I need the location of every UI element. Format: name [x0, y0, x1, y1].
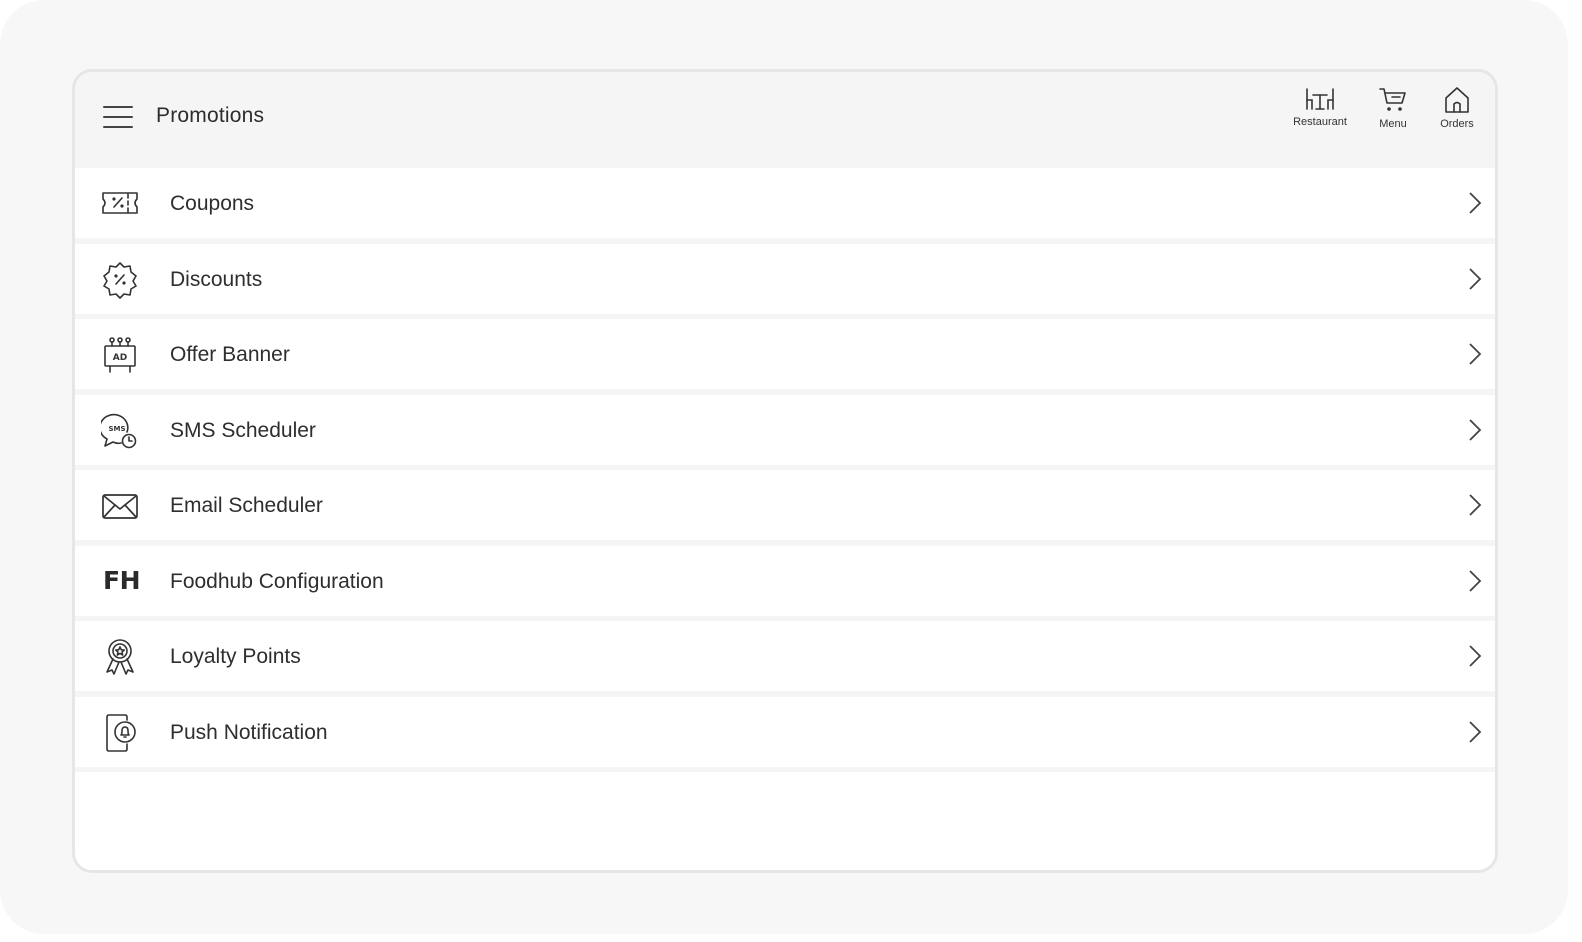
list-item-discounts[interactable]: Discounts	[75, 243, 1495, 314]
list-item-label: Offer Banner	[170, 343, 290, 366]
list-item-foodhub-configuration[interactable]: FH Foodhub Configuration	[75, 545, 1495, 616]
nav-restaurant-button[interactable]: Restaurant	[1289, 86, 1351, 142]
restaurant-icon	[1306, 88, 1334, 110]
foodhub-logo-icon: FH	[101, 563, 141, 601]
list-item-label: Email Scheduler	[170, 494, 323, 517]
list-item-offer-banner[interactable]: AD Offer Banner	[75, 319, 1495, 389]
chevron-right-icon	[1469, 418, 1482, 441]
chevron-right-icon	[1469, 645, 1482, 667]
nav-restaurant-label: Restaurant	[1293, 116, 1347, 128]
list-item-sms-scheduler[interactable]: SMS SMS Scheduler	[75, 394, 1495, 465]
list-item-loyalty-points[interactable]: Loyalty Points	[75, 621, 1495, 691]
list-item-label: Coupons	[170, 192, 255, 215]
list-item-email-scheduler[interactable]: Email Scheduler	[75, 470, 1495, 540]
page-title: Promotions	[156, 104, 265, 127]
chevron-right-icon	[1469, 569, 1482, 592]
promotions-list: Coupons Discounts AD Offer Banner SMS SM…	[75, 168, 1495, 772]
chevron-right-icon	[1469, 343, 1482, 365]
nav-menu-button[interactable]: Menu	[1371, 86, 1415, 142]
app-background: Promotions Restaurant Menu Orders Coupon…	[0, 0, 1568, 934]
promotions-panel: Promotions Restaurant Menu Orders Coupon…	[72, 69, 1498, 873]
list-item-label: Discounts	[170, 267, 263, 291]
chevron-right-icon	[1469, 192, 1482, 214]
list-item-push-notification[interactable]: Push Notification	[75, 696, 1495, 767]
nav-orders-button[interactable]: Orders	[1435, 86, 1479, 142]
envelope-icon	[102, 494, 138, 519]
list-item-label: SMS Scheduler	[170, 418, 316, 442]
phone-notification-icon	[106, 713, 136, 752]
coupon-icon	[102, 192, 138, 214]
foodhub-logo-text: FH	[103, 565, 141, 595]
nav-menu-label: Menu	[1379, 118, 1407, 130]
nav-orders-label: Orders	[1440, 118, 1474, 130]
home-icon	[1445, 87, 1469, 113]
list-item-label: Foodhub Configuration	[170, 569, 384, 593]
discount-badge-icon	[103, 261, 137, 299]
chevron-right-icon	[1469, 720, 1482, 743]
sms-clock-icon: SMS	[101, 413, 137, 448]
top-bar: Promotions Restaurant Menu Orders	[75, 72, 1495, 164]
list-item-coupons[interactable]: Coupons	[75, 168, 1495, 238]
award-ribbon-icon	[106, 639, 134, 675]
ad-banner-icon: AD	[104, 337, 136, 373]
list-item-label: Loyalty Points	[170, 645, 301, 668]
list-empty-area	[75, 772, 1495, 870]
sms-icon-text: SMS	[108, 425, 125, 433]
list-item-label: Push Notification	[170, 720, 328, 744]
chevron-right-icon	[1469, 267, 1482, 290]
chevron-right-icon	[1469, 494, 1482, 516]
hamburger-menu-icon[interactable]	[103, 106, 133, 128]
ad-icon-text: AD	[113, 353, 127, 363]
cart-icon	[1379, 88, 1406, 111]
